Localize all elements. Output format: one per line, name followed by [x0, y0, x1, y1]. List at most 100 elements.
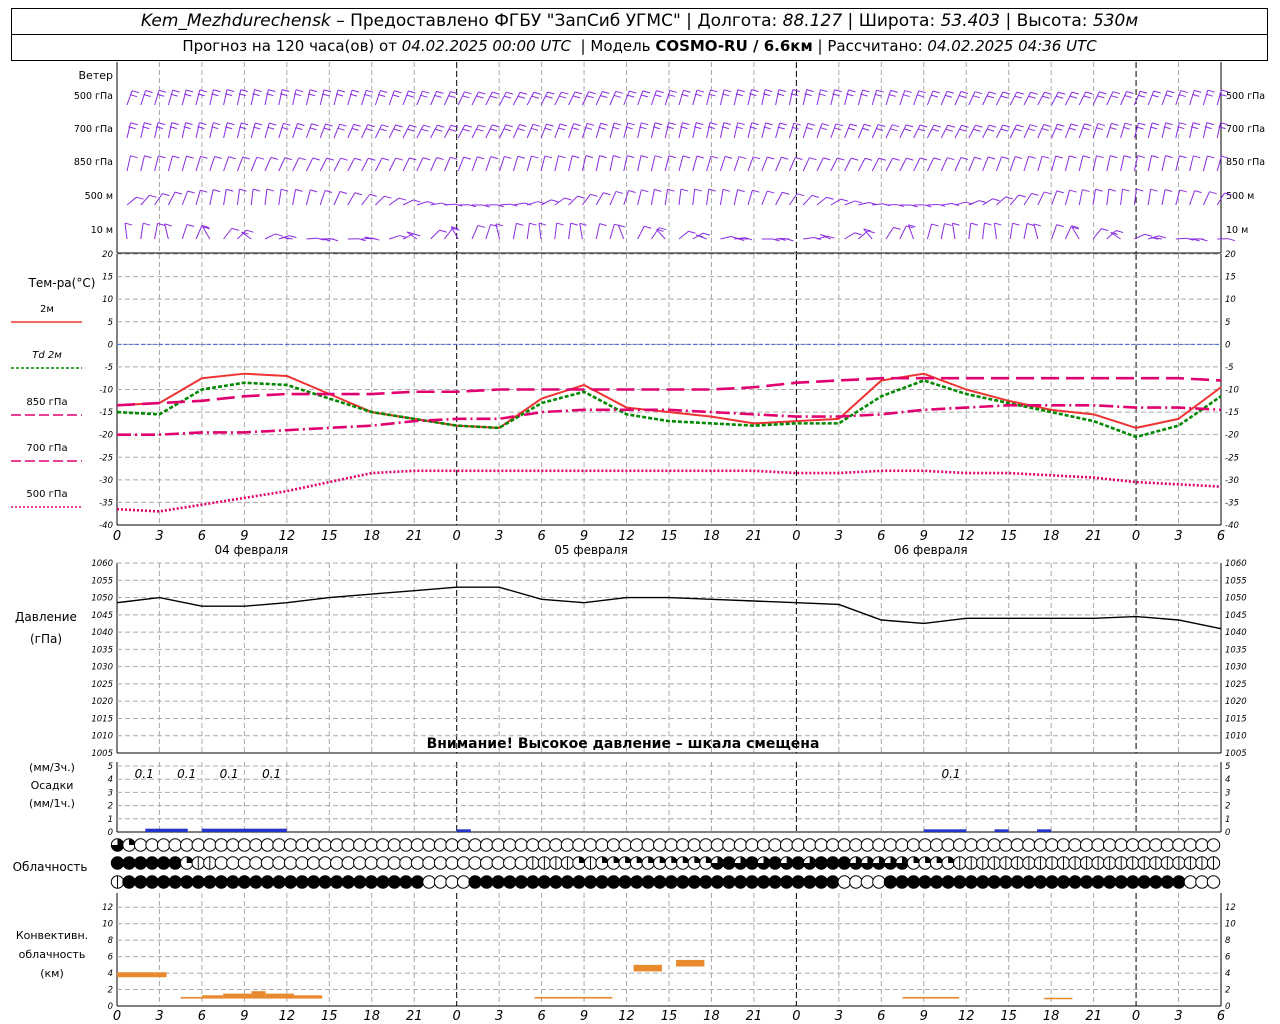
cloud-cover-symbol	[653, 856, 667, 870]
cloud-symbol-circle	[318, 838, 332, 852]
wind-barb-shaft	[1064, 91, 1073, 106]
wind-barb	[443, 91, 458, 106]
wind-barb-feather	[1192, 93, 1200, 97]
wind-barb-shaft	[899, 90, 906, 106]
wind-barb-shaft	[830, 198, 842, 206]
wind-barb-shaft	[1120, 91, 1127, 106]
cloud-symbol-circle	[353, 875, 367, 889]
wind-barb-feather	[275, 233, 283, 237]
cloud-symbol-circle	[387, 838, 402, 852]
cloud-cover-symbol	[468, 875, 482, 889]
wind-barb-shaft	[126, 90, 133, 106]
cloud-cover-symbol	[860, 856, 875, 870]
wind-barb-shaft	[526, 124, 534, 139]
wind-barb	[1217, 238, 1236, 242]
wind-barb-feather	[931, 223, 939, 227]
wind-barb	[1037, 155, 1050, 172]
cloud-cover-symbol	[387, 875, 402, 889]
wind-barb-feather	[821, 123, 830, 127]
wind-barb-feather	[778, 89, 787, 93]
cloud-cover-symbol	[410, 856, 425, 870]
cloud-cover-symbol	[526, 856, 540, 870]
wind-barb-shaft	[899, 157, 907, 172]
wind-barb-feather	[1030, 124, 1038, 128]
cloud-cover-symbol	[1206, 875, 1221, 889]
wind-barb	[1161, 90, 1175, 106]
wind-barb-feather	[409, 157, 417, 161]
wind-barb-shaft	[871, 158, 880, 172]
pressure-panel-tick-label-left: 1010	[91, 732, 113, 742]
cloud-symbol-circle	[156, 838, 171, 852]
wind-barb-feather	[379, 128, 387, 132]
cloud-cover-symbol	[1126, 838, 1140, 852]
cloud-symbol-circle	[964, 875, 978, 889]
wind-barb-shaft	[802, 157, 810, 172]
wind-barb-feather	[724, 89, 732, 93]
precip-panel-tick-label-right: 5	[1225, 762, 1230, 772]
cloud-symbol-circle	[387, 875, 402, 889]
cloud-cover-symbol	[249, 875, 263, 889]
wind-barb-feather	[809, 157, 817, 161]
cloud-cover-symbol	[295, 838, 309, 852]
wind-barb-feather	[269, 122, 277, 126]
wind-barb-shaft	[1037, 92, 1045, 106]
wind-barb	[526, 222, 537, 240]
cloud-symbol-circle	[883, 838, 898, 852]
wind-barb-feather	[782, 191, 790, 195]
wind-barb-feather	[892, 157, 900, 161]
cloud-symbol-circle	[906, 838, 921, 852]
cloud-cover-symbol	[468, 856, 482, 870]
cloud-symbol-circle	[745, 875, 759, 889]
wind-barb-shaft	[181, 155, 187, 172]
wind-barb-feather	[228, 156, 236, 160]
wind-barb-feather	[1000, 95, 1009, 99]
wind-barb-shaft	[388, 124, 397, 139]
temp-panel-tick-label-right: 20	[1225, 250, 1236, 260]
wind-barb-feather	[384, 195, 392, 199]
wind-barb	[1009, 222, 1020, 240]
wind-barb-feather	[876, 128, 884, 131]
cloud-symbol-circle	[814, 838, 828, 852]
wind-barb-feather	[393, 128, 401, 132]
wind-barb-feather	[517, 128, 525, 132]
cloud-symbol-circle	[1079, 875, 1094, 889]
cloud-cover-symbol	[1033, 856, 1048, 870]
wind-barb-shaft	[1147, 155, 1153, 172]
wind-barb-shaft	[993, 223, 997, 240]
wind-barb-feather	[324, 190, 333, 193]
cloud-symbol-circle	[341, 856, 355, 870]
cloud-symbol-circle	[941, 875, 955, 889]
cloud-cover-symbol	[1114, 856, 1128, 870]
wind-barb-feather	[1030, 91, 1038, 95]
cloud-cover-symbol	[156, 875, 171, 889]
wind-barb	[885, 124, 900, 139]
wind-barb-shaft	[319, 190, 326, 206]
wind-barb-shaft	[305, 157, 314, 172]
wind-barb	[568, 91, 583, 106]
wind-barb-feather	[531, 95, 539, 99]
wind-barb-shaft	[802, 123, 809, 139]
cloud-cover-symbol	[733, 838, 748, 852]
wind-barb-shaft	[926, 90, 934, 106]
wind-barb-feather	[902, 94, 910, 98]
convective-panel-tick-label-left: 6	[108, 953, 114, 963]
wind-barb-feather	[164, 223, 172, 227]
wind-barb-feather	[945, 128, 953, 132]
wind-barb	[471, 224, 486, 240]
cloud-symbol-circle	[733, 838, 748, 852]
wind-barb-feather	[1001, 156, 1009, 160]
cloud-cover-symbol	[445, 875, 459, 889]
wind-barb-shaft	[830, 89, 835, 106]
wind-barb-feather	[519, 124, 527, 128]
cloud-symbol-circle	[849, 838, 863, 852]
wind-barb	[733, 156, 747, 172]
wind-barb-shaft	[499, 124, 507, 139]
cloud-cover-symbol	[180, 875, 194, 889]
cloud-cover-symbol	[756, 875, 771, 889]
cloud-symbol-circle	[618, 838, 632, 852]
wind-barb	[802, 194, 820, 206]
wind-barb-shaft	[926, 157, 935, 172]
wind-barb-feather	[641, 122, 649, 126]
convective-x-tick-label: 6	[537, 1009, 545, 1024]
wind-barb-feather	[975, 124, 983, 128]
